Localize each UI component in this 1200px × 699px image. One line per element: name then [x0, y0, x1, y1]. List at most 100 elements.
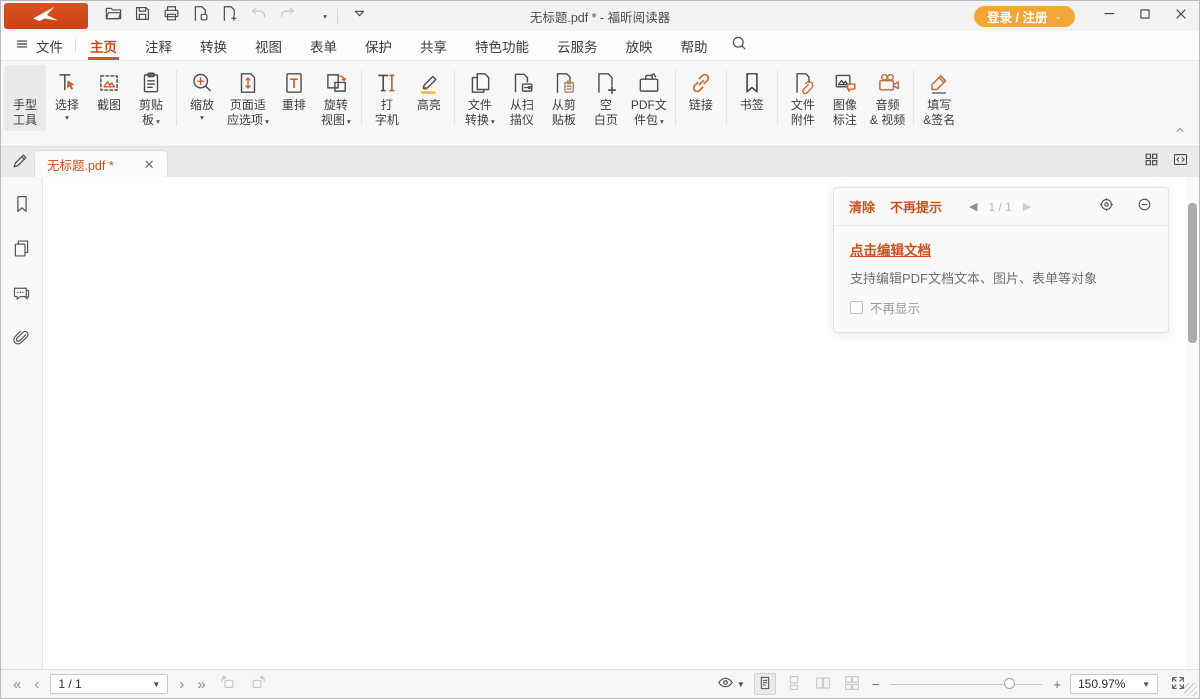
next-page-button[interactable]: ›	[177, 677, 186, 692]
rotate-right-button[interactable]	[248, 673, 270, 695]
menu-tab-features[interactable]: 特色功能	[475, 31, 529, 60]
tab-grid-view-icon[interactable]	[1143, 151, 1160, 173]
settings-icon[interactable]	[1098, 196, 1115, 218]
login-button[interactable]: 登录 / 注册 ⌄	[974, 6, 1075, 27]
foxit-logo-button[interactable]	[4, 3, 88, 29]
ribbon-button-clipboard[interactable]: 剪贴板 ▾	[130, 65, 172, 131]
collapse-ribbon-button[interactable]	[1173, 123, 1187, 142]
close-icon	[1173, 6, 1189, 27]
view-mode-button[interactable]: ▼	[717, 674, 745, 694]
continuous-facing-button[interactable]	[841, 673, 863, 695]
zoom-slider-thumb[interactable]	[1004, 678, 1015, 689]
open-button[interactable]	[100, 4, 126, 28]
chevron-up-icon	[1173, 124, 1187, 141]
menu-tab-convert[interactable]: 转换	[200, 31, 227, 60]
toggle-panel-icon[interactable]	[1172, 151, 1189, 173]
ribbon-button-audio-video[interactable]: 音频& 视频	[866, 65, 909, 131]
minimize-button[interactable]	[1091, 1, 1127, 31]
menu-tab-view[interactable]: 视图	[255, 31, 282, 60]
clear-button[interactable]: 清除	[849, 197, 875, 216]
zoom-in-button[interactable]: +	[1053, 677, 1061, 692]
zoom-level-combo[interactable]: 150.97% ▼	[1070, 674, 1158, 694]
single-page-button[interactable]	[754, 673, 776, 695]
ribbon-button-label: 从扫描仪	[510, 98, 534, 129]
ribbon-button-file-convert[interactable]: 文件转换 ▾	[459, 65, 501, 131]
scrollbar-thumb[interactable]	[1188, 203, 1197, 343]
edit-document-link[interactable]: 点击编辑文档	[850, 239, 931, 259]
menu-tab-comment[interactable]: 注释	[145, 31, 172, 60]
ribbon-button-blank-page[interactable]: 空白页	[585, 65, 627, 131]
rotate-left-button[interactable]	[217, 673, 239, 695]
ribbon-button-link[interactable]: 链接	[680, 65, 722, 115]
new-document-button[interactable]	[216, 4, 242, 28]
zoom-slider[interactable]	[890, 674, 1042, 694]
ribbon-button-pdf-portfolio[interactable]: PDF文件包 ▾	[627, 65, 671, 131]
menu-tab-home[interactable]: 主页	[90, 31, 117, 60]
facing-page-icon	[815, 675, 831, 694]
dont-show-checkbox[interactable]	[850, 301, 863, 314]
sidebar-bookmarks-button[interactable]	[9, 193, 35, 219]
ribbon-button-page-fit-options[interactable]: 页面适应选项 ▾	[223, 65, 273, 131]
tab-close-icon[interactable]: ✕	[144, 158, 155, 171]
dont-remind-button[interactable]: 不再提示	[890, 197, 942, 216]
collapse-panel-icon[interactable]	[1136, 196, 1153, 218]
close-button[interactable]	[1163, 1, 1199, 31]
typewriter-icon	[374, 68, 400, 98]
ribbon-button-hand-tool[interactable]: 手型工具	[4, 65, 46, 131]
saveas-icon	[191, 4, 210, 28]
page-number-combo[interactable]: 1 / 1 ▼	[50, 674, 168, 694]
ribbon-button-rotate-view[interactable]: 旋转视图 ▾	[315, 65, 357, 131]
edit-document-button[interactable]	[6, 150, 34, 176]
save-as-button[interactable]	[187, 4, 213, 28]
ribbon-button-snapshot[interactable]: 截图	[88, 65, 130, 115]
customize-toolbar-button[interactable]	[346, 4, 372, 28]
hand-tool-button[interactable]: ▾	[303, 4, 329, 28]
sidebar-attachments-button[interactable]	[9, 328, 35, 354]
ribbon-button-select[interactable]: 选择▾	[46, 65, 88, 125]
ribbon-button-from-scanner[interactable]: 从扫描仪	[501, 65, 543, 131]
ribbon-button-file-attachment[interactable]: 文件附件	[782, 65, 824, 131]
last-page-button[interactable]: »	[195, 677, 207, 692]
redo-button	[274, 4, 300, 28]
print-button[interactable]	[158, 4, 184, 28]
titlebar: ▾ 无标题.pdf * - 福昕阅读器 登录 / 注册 ⌄	[1, 1, 1199, 31]
facing-page-button[interactable]	[812, 673, 834, 695]
maximize-icon	[1138, 7, 1152, 26]
sidebar-comments-button[interactable]	[9, 283, 35, 309]
statusbar: « ‹ 1 / 1 ▼ › » ▼ − + 150.97% ▼	[1, 669, 1199, 698]
maximize-button[interactable]	[1127, 1, 1163, 31]
continuous-page-button[interactable]	[783, 673, 805, 695]
resize-grip[interactable]	[1184, 683, 1197, 696]
navigation-sidebar	[1, 177, 43, 669]
menu-tab-file[interactable]: 文件	[13, 31, 75, 60]
menu-tab-slideshow[interactable]: 放映	[626, 31, 653, 60]
next-hint-icon[interactable]: ▶	[1023, 200, 1031, 213]
ribbon-button-image-annotation[interactable]: 图像标注	[824, 65, 866, 131]
save-button[interactable]	[129, 4, 155, 28]
ribbon-button-zoom[interactable]: 缩放▾	[181, 65, 223, 125]
attachment-icon	[790, 68, 816, 98]
menu-tab-cloud[interactable]: 云服务	[557, 31, 598, 60]
ribbon-group: 文件附件图像标注音频& 视频	[780, 65, 911, 131]
vertical-scrollbar[interactable]	[1186, 177, 1199, 669]
document-viewer[interactable]: 清除 不再提示 ◀ 1 / 1 ▶ 点击编辑文档 支持编辑PDF文档文本、图片、…	[43, 177, 1199, 669]
ribbon-button-bookmark[interactable]: 书签	[731, 65, 773, 115]
sidebar-pages-button[interactable]	[9, 238, 35, 264]
menu-tab-help[interactable]: 帮助	[681, 31, 708, 60]
prev-page-button[interactable]: ‹	[32, 677, 41, 692]
ribbon-button-typewriter[interactable]: 打字机	[366, 65, 408, 131]
menu-tab-share[interactable]: 共享	[420, 31, 447, 60]
search-button[interactable]	[730, 31, 748, 60]
ribbon-button-fill-sign[interactable]: 填写&签名	[918, 65, 960, 131]
ribbon-group: 文件转换 ▾ 从扫描仪从剪贴板空白页PDF文件包 ▾	[457, 65, 673, 131]
menu-tab-protect[interactable]: 保护	[365, 31, 392, 60]
ribbon-button-reflow[interactable]: 重排	[273, 65, 315, 115]
document-tab[interactable]: 无标题.pdf * ✕	[34, 150, 168, 177]
ribbon-button-from-clipboard[interactable]: 从剪贴板	[543, 65, 585, 131]
ribbon-button-highlight[interactable]: 高亮	[408, 65, 450, 115]
ribbon-group: 书签	[729, 65, 775, 131]
zoom-out-button[interactable]: −	[872, 677, 880, 692]
menu-tab-form[interactable]: 表单	[310, 31, 337, 60]
prev-hint-icon[interactable]: ◀	[969, 200, 977, 213]
first-page-button[interactable]: «	[11, 677, 23, 692]
